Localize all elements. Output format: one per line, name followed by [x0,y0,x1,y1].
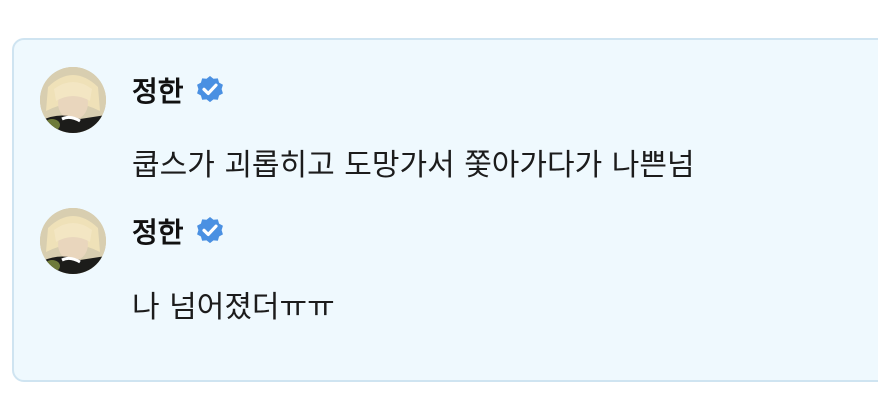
message-text: 쿱스가 괴롭히고 도망가서 쫓아가다가 나쁜넘 [132,148,695,183]
avatar-image [40,67,106,133]
avatar-image [40,208,106,274]
avatar[interactable] [40,208,106,274]
author-name[interactable]: 정한 [132,211,184,251]
verified-badge-icon [196,217,223,244]
verified-badge-icon [196,76,223,103]
author-name[interactable]: 정한 [132,70,184,110]
message-text: 나 넘어졌더ㅠㅠ [132,290,335,325]
author-row: 정한 [132,70,226,110]
author-row: 정한 [132,211,226,251]
avatar[interactable] [40,67,106,133]
